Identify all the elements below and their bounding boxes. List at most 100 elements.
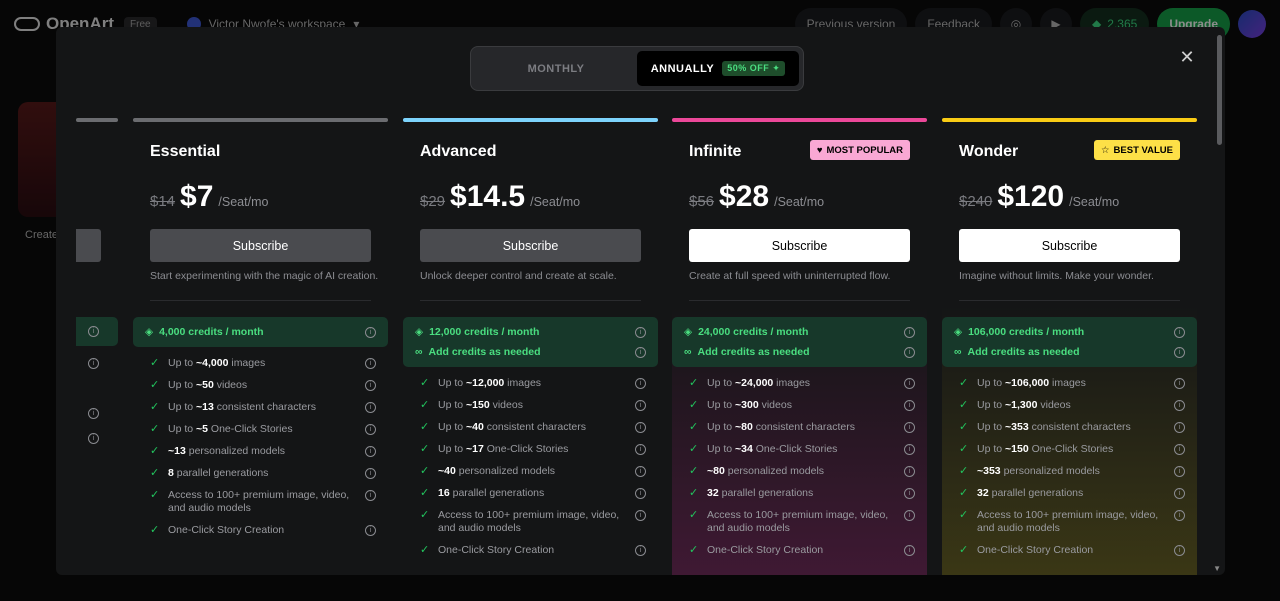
info-icon[interactable]: i <box>1174 466 1185 477</box>
info-icon[interactable]: i <box>635 510 646 521</box>
feature-suffix: images <box>773 377 811 389</box>
feature-value: ~13 <box>168 445 186 457</box>
info-icon[interactable]: i <box>365 446 376 457</box>
info-icon[interactable]: i <box>88 408 99 419</box>
annually-option[interactable]: ANNUALLY 50% OFF ✦ <box>637 51 799 86</box>
info-icon[interactable]: i <box>635 422 646 433</box>
info-icon[interactable]: i <box>1174 400 1185 411</box>
info-icon[interactable]: i <box>904 466 915 477</box>
close-icon[interactable]: ✕ <box>1177 47 1197 67</box>
info-icon[interactable]: i <box>1174 488 1185 499</box>
feature-item: ✓ Access to 100+ premium image, video, an… <box>150 489 376 515</box>
info-icon[interactable]: i <box>1174 510 1185 521</box>
info-icon[interactable]: i <box>1174 545 1185 556</box>
price-row: $29 $14.5/Seat/mo <box>420 180 580 214</box>
info-icon[interactable]: i <box>635 488 646 499</box>
add-credits-line: ∞ Add credits as needed i <box>684 342 915 362</box>
info-icon[interactable]: i <box>904 510 915 521</box>
badge-label: MOST POPULAR <box>826 144 903 156</box>
subscribe-button[interactable]: Subscribe <box>150 229 371 262</box>
info-icon[interactable]: i <box>365 358 376 369</box>
info-icon[interactable]: i <box>1174 326 1185 338</box>
annually-label: ANNUALLY <box>650 62 715 75</box>
subscribe-button[interactable]: Subscribe <box>420 229 641 262</box>
feature-text: Access to 100+ premium image, video, and… <box>168 489 359 515</box>
check-icon: ✓ <box>689 443 699 455</box>
check-icon: ✓ <box>420 487 430 499</box>
feature-suffix: personalized models <box>455 465 556 477</box>
feature-prefix: Up to <box>168 401 197 413</box>
feature-item: ✓ Up to ~106,000 images i <box>959 377 1185 390</box>
subscribe-button[interactable]: Subscribe <box>959 229 1180 262</box>
check-icon: ✓ <box>420 443 430 455</box>
feature-item: ✓ Up to ~12,000 images i <box>420 377 646 390</box>
info-icon[interactable]: i <box>88 433 99 444</box>
diamond-icon: ◈ <box>145 326 154 338</box>
info-icon[interactable]: i <box>635 378 646 389</box>
feature-value: ~150 <box>1005 443 1029 455</box>
info-icon[interactable]: i <box>635 326 646 338</box>
feature-text: Up to ~40 consistent characters <box>438 421 629 434</box>
feature-item: ✓ ~13 personalized models i <box>150 445 376 458</box>
badge-label: BEST VALUE <box>1113 144 1173 156</box>
subscribe-button[interactable]: Subscribe <box>689 229 910 262</box>
info-icon[interactable]: i <box>904 346 915 358</box>
feature-value: ~34 <box>735 443 753 455</box>
info-icon[interactable]: i <box>1174 444 1185 455</box>
info-icon[interactable]: i <box>365 490 376 501</box>
feature-item: ✓ Up to ~24,000 images i <box>689 377 915 390</box>
info-icon[interactable]: i <box>365 326 376 338</box>
feature-item: ✓ Up to ~50 videos i <box>150 379 376 392</box>
info-icon[interactable]: i <box>365 380 376 391</box>
price-period: /Seat/mo <box>1069 195 1120 209</box>
info-icon[interactable]: i <box>88 326 99 337</box>
info-icon[interactable]: i <box>904 545 915 556</box>
info-icon[interactable]: i <box>904 378 915 389</box>
info-icon[interactable]: i <box>1174 422 1185 433</box>
feature-item: ✓ Up to ~40 consistent characters i <box>420 421 646 434</box>
feature-suffix: consistent characters <box>1028 421 1131 433</box>
info-icon[interactable]: i <box>904 326 915 338</box>
info-icon[interactable]: i <box>365 468 376 479</box>
info-icon[interactable]: i <box>635 400 646 411</box>
info-icon[interactable]: i <box>635 444 646 455</box>
feature-item: ✓ Up to ~80 consistent characters i <box>689 421 915 434</box>
check-icon: ✓ <box>689 465 699 477</box>
feature-suffix: images <box>228 357 266 369</box>
scroll-down-arrow-icon[interactable]: ▼ <box>1213 564 1221 573</box>
best-value-badge: ☆ BEST VALUE <box>1094 140 1180 160</box>
feature-suffix: personalized models <box>1000 465 1100 477</box>
feature-prefix: Up to <box>707 443 736 455</box>
credits-amount: 4,000 credits / month <box>159 326 264 338</box>
price-row: $56 $28/Seat/mo <box>689 180 824 214</box>
partial-subscribe-button[interactable] <box>76 229 101 262</box>
info-icon[interactable]: i <box>635 346 646 358</box>
info-icon[interactable]: i <box>365 525 376 536</box>
feature-value: 16 <box>438 487 450 499</box>
info-icon[interactable]: i <box>904 488 915 499</box>
credits-line: ◈ 106,000 credits / month i <box>954 322 1185 342</box>
info-icon[interactable]: i <box>365 424 376 435</box>
info-icon[interactable]: i <box>904 444 915 455</box>
plan-accent-line <box>403 118 658 122</box>
info-icon[interactable]: i <box>365 402 376 413</box>
feature-text: Up to ~150 videos <box>438 399 629 412</box>
credits-amount: 12,000 credits / month <box>429 326 540 338</box>
info-icon[interactable]: i <box>904 422 915 433</box>
scrollbar[interactable] <box>1217 35 1222 145</box>
info-icon[interactable]: i <box>1174 346 1185 358</box>
info-icon[interactable]: i <box>635 466 646 477</box>
monthly-option[interactable]: MONTHLY <box>475 51 637 86</box>
info-icon[interactable]: i <box>88 358 99 369</box>
feature-text: One-Click Story Creation <box>438 544 629 557</box>
info-icon[interactable]: i <box>1174 378 1185 389</box>
feature-item: ✓ One-Click Story Creation i <box>150 524 376 537</box>
add-credits-label: Add credits as needed <box>697 346 810 358</box>
info-icon[interactable]: i <box>635 545 646 556</box>
diamond-icon: ◈ <box>684 326 693 338</box>
check-icon: ✓ <box>150 423 160 435</box>
feature-suffix: parallel generations <box>718 487 814 499</box>
info-icon[interactable]: i <box>904 400 915 411</box>
feature-suffix: videos <box>489 399 523 411</box>
check-icon: ✓ <box>689 421 699 433</box>
